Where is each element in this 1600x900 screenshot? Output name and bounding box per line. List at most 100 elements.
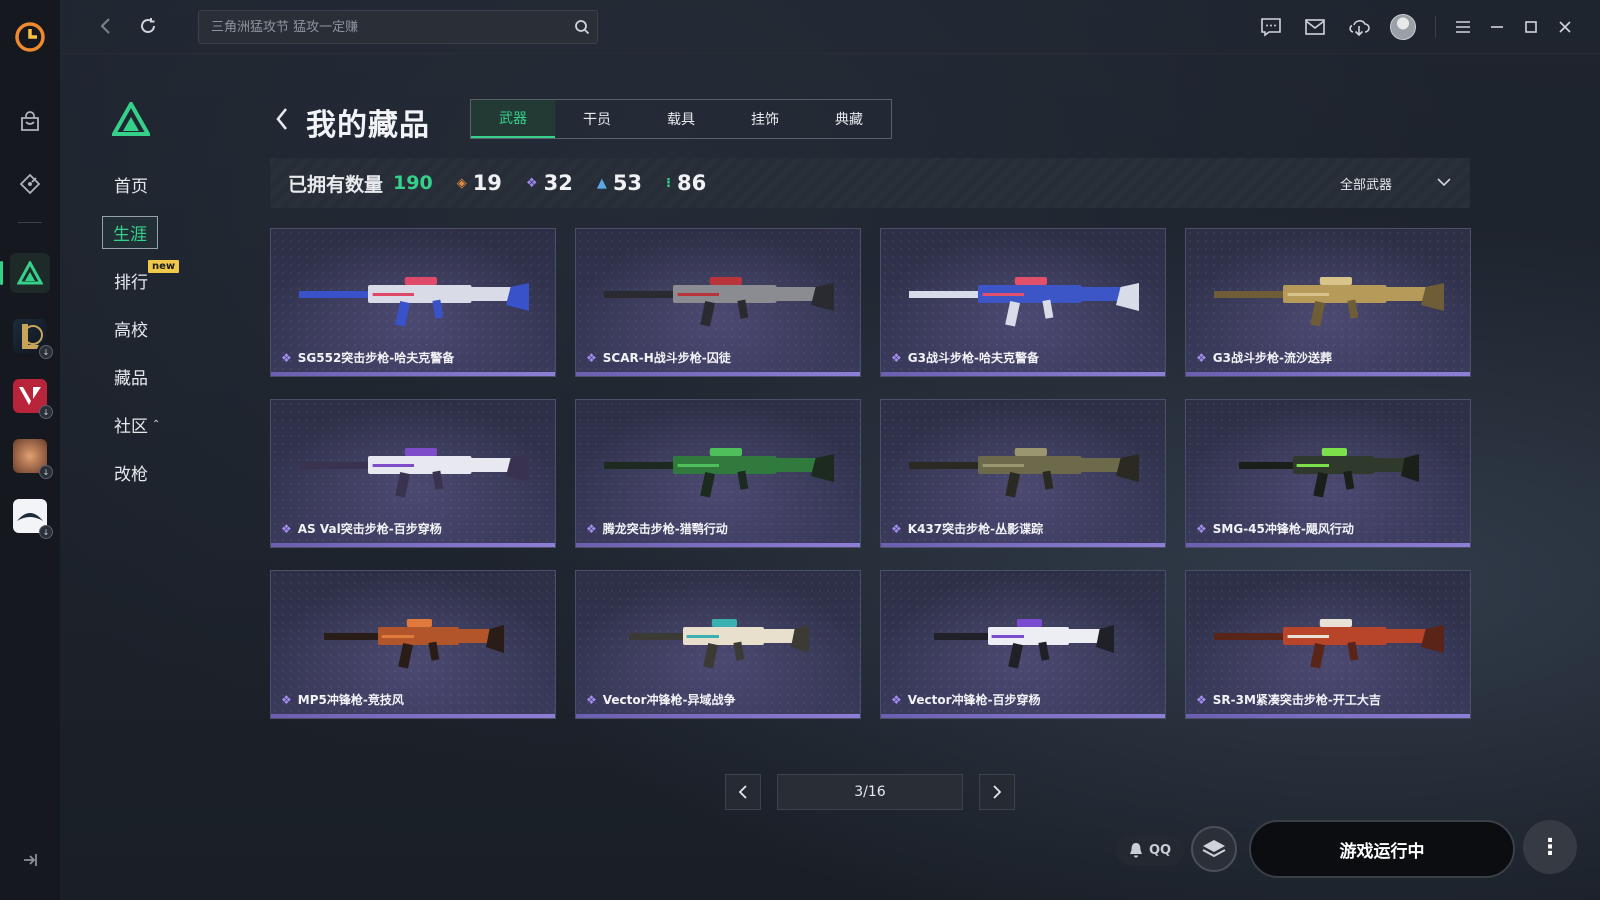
- minimize-icon[interactable]: [1480, 12, 1514, 42]
- search-icon[interactable]: [567, 19, 597, 35]
- menu-icon[interactable]: [1446, 12, 1480, 42]
- collection-item-card[interactable]: ❖ 腾龙突击步枪-猎鹗行动: [575, 399, 861, 548]
- purple-rarity-icon: ❖: [891, 692, 902, 707]
- weapon-skin-image: [1214, 619, 1444, 669]
- search-input[interactable]: [199, 11, 567, 43]
- tab-weapons[interactable]: 武器: [471, 100, 555, 138]
- purple-rarity-icon: ❖: [891, 350, 902, 365]
- game-avatar-icon[interactable]: ↓: [13, 439, 53, 479]
- weapon-skin-image: [299, 448, 529, 498]
- weapon-skin-image: [909, 448, 1139, 498]
- qq-button[interactable]: QQ: [1116, 834, 1184, 866]
- weapon-filter-dropdown[interactable]: 全部武器: [1340, 158, 1452, 208]
- collection-item-card[interactable]: ❖ Vector冲锋枪-百步穿杨: [880, 570, 1166, 719]
- weapon-skin-image: [604, 277, 834, 327]
- collection-item-card[interactable]: ❖ AS Val突击步枪-百步穿杨: [270, 399, 556, 548]
- layers-icon: [1202, 840, 1226, 858]
- download-icon[interactable]: [1337, 12, 1381, 42]
- warframe-game-icon[interactable]: ↓: [13, 499, 53, 539]
- page-back-icon[interactable]: [272, 104, 292, 134]
- tab-archive[interactable]: 典藏: [807, 100, 891, 138]
- menu-item-home[interactable]: 首页: [102, 160, 222, 208]
- mail-icon[interactable]: [1293, 12, 1337, 42]
- purple-rarity-icon: ❖: [1196, 350, 1207, 365]
- menu-item-colleges[interactable]: 高校: [102, 304, 222, 352]
- weapon-skin-image: [604, 448, 834, 498]
- back-arrow-icon[interactable]: [94, 14, 118, 38]
- collection-item-card[interactable]: ❖ SR-3M紧凑突击步枪-开工大吉: [1185, 570, 1471, 719]
- store-bag-icon[interactable]: [10, 102, 50, 142]
- menu-item-ranking[interactable]: 排行 new: [102, 256, 222, 304]
- topbar-divider: [1435, 16, 1436, 38]
- chat-icon[interactable]: [1249, 12, 1293, 42]
- menu-item-career[interactable]: 生涯: [102, 208, 222, 256]
- rarity-count-value: 32: [543, 171, 573, 195]
- item-name: SR-3M紧凑突击步枪-开工大吉: [1212, 693, 1381, 707]
- collection-item-card[interactable]: ❖ SG552突击步枪-哈夫克警备: [270, 228, 556, 377]
- purple-rarity-icon: ❖: [586, 350, 597, 365]
- item-name: MP5冲锋枪-竞技风: [297, 693, 404, 707]
- collection-item-card[interactable]: ❖ MP5冲锋枪-竞技风: [270, 570, 556, 719]
- blue-chevron-icon: ▲: [596, 175, 607, 191]
- delta-force-game-icon[interactable]: [0, 253, 50, 293]
- rail-divider: [18, 222, 42, 223]
- collection-item-card[interactable]: ❖ SMG-45冲锋枪-飓风行动: [1185, 399, 1471, 548]
- collection-tabs: 武器 干员 载具 挂饰 典藏: [470, 99, 892, 139]
- collection-item-card[interactable]: ❖ SCAR-H战斗步枪-囚徒: [575, 228, 861, 377]
- item-caption: ❖ 腾龙突击步枪-猎鹗行动: [586, 520, 728, 537]
- item-name: K437突击步枪-丛影谍踪: [907, 522, 1044, 536]
- purple-rarity-icon: ❖: [586, 692, 597, 707]
- menu-item-label: 社区: [114, 416, 148, 437]
- next-page-button[interactable]: [979, 774, 1015, 810]
- collection-grid: ❖ SG552突击步枪-哈夫克警备 ❖ SCAR-H战斗步枪-囚徒 ❖ G3战斗步枪-哈夫…: [270, 228, 1471, 719]
- layers-button[interactable]: [1191, 826, 1237, 872]
- refresh-icon[interactable]: [136, 14, 160, 38]
- app-logo-icon[interactable]: [13, 20, 47, 54]
- rarity-count-purple: ❖ 32: [526, 171, 573, 195]
- item-name: G3战斗步枪-流沙送葬: [1212, 351, 1332, 365]
- tab-operators[interactable]: 干员: [555, 100, 639, 138]
- menu-item-label: 藏品: [114, 368, 148, 389]
- close-icon[interactable]: [1548, 12, 1582, 42]
- collection-item-card[interactable]: ❖ K437突击步枪-丛影谍踪: [880, 399, 1166, 548]
- weapon-skin-image: [909, 277, 1139, 327]
- weapon-skin-image: [324, 619, 504, 669]
- item-caption: ❖ SR-3M紧凑突击步枪-开工大吉: [1196, 691, 1381, 708]
- purple-rarity-icon: ❖: [281, 350, 292, 365]
- rarity-count-green: ⁝ 86: [666, 171, 706, 195]
- maximize-icon[interactable]: [1514, 12, 1548, 42]
- menu-item-gunsmith[interactable]: 改枪: [102, 448, 222, 496]
- purple-rarity-icon: ❖: [586, 521, 597, 536]
- item-caption: ❖ Vector冲锋枪-异域战争: [586, 691, 736, 708]
- more-options-icon[interactable]: ⋮: [1523, 820, 1577, 874]
- menu-item-label: 改枪: [114, 464, 148, 485]
- menu-item-community[interactable]: 社区 ⌃: [102, 400, 222, 448]
- item-name: SG552突击步枪-哈夫克警备: [297, 351, 455, 365]
- user-avatar[interactable]: [1381, 12, 1425, 42]
- valorant-game-icon[interactable]: ↓: [13, 379, 53, 419]
- menu-item-label: 排行: [114, 272, 148, 293]
- purple-rarity-icon: ❖: [891, 521, 902, 536]
- collection-item-card[interactable]: ❖ G3战斗步枪-流沙送葬: [1185, 228, 1471, 377]
- menu-item-label: 高校: [114, 320, 148, 341]
- menu-item-collection[interactable]: 藏品: [102, 352, 222, 400]
- qq-label: QQ: [1148, 842, 1172, 858]
- item-name: 腾龙突击步枪-猎鹗行动: [602, 522, 728, 536]
- page-title: 我的藏品: [306, 108, 430, 143]
- item-name: SMG-45冲锋枪-飓风行动: [1212, 522, 1354, 536]
- download-badge-icon: ↓: [39, 465, 53, 479]
- tag-icon[interactable]: [10, 164, 50, 204]
- league-game-icon[interactable]: ↓: [13, 319, 53, 359]
- download-badge-icon: ↓: [39, 345, 53, 359]
- tab-charms[interactable]: 挂饰: [723, 100, 807, 138]
- rarity-count-value: 53: [612, 171, 643, 195]
- rarity-count-value: 86: [677, 171, 707, 195]
- tab-vehicles[interactable]: 载具: [639, 100, 723, 138]
- prev-page-button[interactable]: [725, 774, 761, 810]
- expand-sidebar-icon[interactable]: [20, 850, 40, 870]
- search-bar: [198, 10, 598, 44]
- collection-item-card[interactable]: ❖ Vector冲锋枪-异域战争: [575, 570, 861, 719]
- item-caption: ❖ G3战斗步枪-流沙送葬: [1196, 349, 1332, 366]
- game-running-button[interactable]: 游戏运行中: [1249, 820, 1515, 878]
- collection-item-card[interactable]: ❖ G3战斗步枪-哈夫克警备: [880, 228, 1166, 377]
